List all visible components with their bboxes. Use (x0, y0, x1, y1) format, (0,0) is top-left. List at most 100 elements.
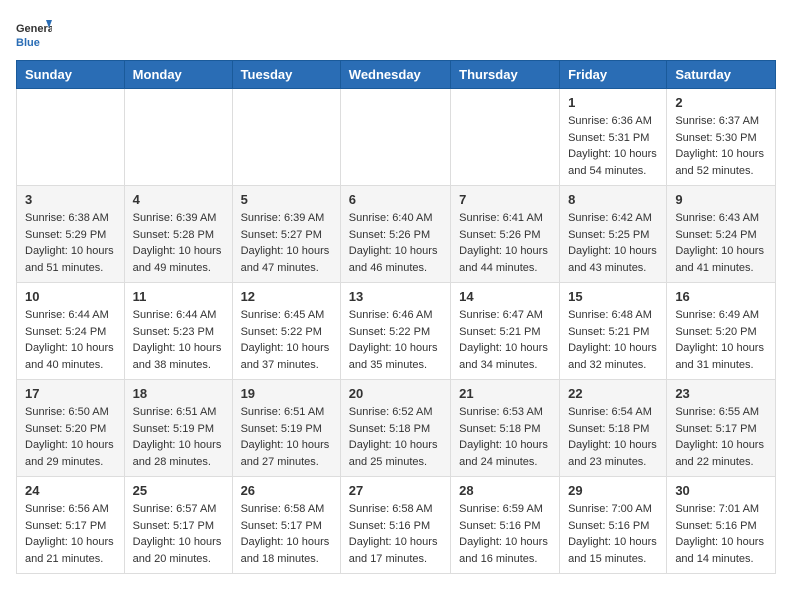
day-info: Sunrise: 6:47 AMSunset: 5:21 PMDaylight:… (459, 307, 551, 373)
logo-icon: General Blue (16, 16, 52, 52)
col-header-sunday: Sunday (17, 61, 125, 89)
day-info: Sunrise: 6:54 AMSunset: 5:18 PMDaylight:… (568, 404, 658, 470)
day-info: Sunrise: 6:53 AMSunset: 5:18 PMDaylight:… (459, 404, 551, 470)
day-info: Sunrise: 7:00 AMSunset: 5:16 PMDaylight:… (568, 501, 658, 567)
calendar-week-row: 24Sunrise: 6:56 AMSunset: 5:17 PMDayligh… (17, 477, 776, 574)
calendar-cell: 29 Sunrise: 7:00 AMSunset: 5:16 PMDayligh… (560, 477, 667, 574)
col-header-wednesday: Wednesday (340, 61, 450, 89)
calendar-cell: 7 Sunrise: 6:41 AMSunset: 5:26 PMDaylight… (451, 186, 560, 283)
day-info: Sunrise: 6:52 AMSunset: 5:18 PMDaylight:… (349, 404, 442, 470)
svg-text:Blue: Blue (16, 37, 40, 49)
day-info: Sunrise: 7:01 AMSunset: 5:16 PMDaylight:… (675, 501, 767, 567)
calendar-cell: 1 Sunrise: 6:36 AMSunset: 5:31 PMDaylight… (560, 89, 667, 186)
day-number: 6 (349, 192, 442, 207)
day-info: Sunrise: 6:41 AMSunset: 5:26 PMDaylight:… (459, 210, 551, 276)
calendar-header-row: SundayMondayTuesdayWednesdayThursdayFrid… (17, 61, 776, 89)
col-header-monday: Monday (124, 61, 232, 89)
calendar-cell: 15 Sunrise: 6:48 AMSunset: 5:21 PMDayligh… (560, 283, 667, 380)
calendar-week-row: 17Sunrise: 6:50 AMSunset: 5:20 PMDayligh… (17, 380, 776, 477)
calendar-cell (124, 89, 232, 186)
day-number: 10 (25, 289, 116, 304)
day-number: 24 (25, 483, 116, 498)
day-number: 4 (133, 192, 224, 207)
day-info: Sunrise: 6:45 AMSunset: 5:22 PMDaylight:… (241, 307, 332, 373)
calendar-cell: 3 Sunrise: 6:38 AMSunset: 5:29 PMDaylight… (17, 186, 125, 283)
day-number: 28 (459, 483, 551, 498)
day-info: Sunrise: 6:36 AMSunset: 5:31 PMDaylight:… (568, 113, 658, 179)
calendar-cell: 10 Sunrise: 6:44 AMSunset: 5:24 PMDayligh… (17, 283, 125, 380)
day-number: 3 (25, 192, 116, 207)
day-info: Sunrise: 6:37 AMSunset: 5:30 PMDaylight:… (675, 113, 767, 179)
logo: General Blue (16, 16, 52, 52)
col-header-tuesday: Tuesday (232, 61, 340, 89)
day-info: Sunrise: 6:55 AMSunset: 5:17 PMDaylight:… (675, 404, 767, 470)
day-number: 7 (459, 192, 551, 207)
day-info: Sunrise: 6:51 AMSunset: 5:19 PMDaylight:… (241, 404, 332, 470)
calendar-cell: 5 Sunrise: 6:39 AMSunset: 5:27 PMDaylight… (232, 186, 340, 283)
day-info: Sunrise: 6:39 AMSunset: 5:27 PMDaylight:… (241, 210, 332, 276)
day-info: Sunrise: 6:57 AMSunset: 5:17 PMDaylight:… (133, 501, 224, 567)
calendar-cell (451, 89, 560, 186)
calendar-cell: 28Sunrise: 6:59 AMSunset: 5:16 PMDayligh… (451, 477, 560, 574)
day-info: Sunrise: 6:43 AMSunset: 5:24 PMDaylight:… (675, 210, 767, 276)
day-number: 18 (133, 386, 224, 401)
calendar-cell: 23Sunrise: 6:55 AMSunset: 5:17 PMDayligh… (667, 380, 776, 477)
day-info: Sunrise: 6:49 AMSunset: 5:20 PMDaylight:… (675, 307, 767, 373)
col-header-thursday: Thursday (451, 61, 560, 89)
day-info: Sunrise: 6:44 AMSunset: 5:24 PMDaylight:… (25, 307, 116, 373)
calendar-cell: 9 Sunrise: 6:43 AMSunset: 5:24 PMDaylight… (667, 186, 776, 283)
day-number: 19 (241, 386, 332, 401)
calendar-cell: 20Sunrise: 6:52 AMSunset: 5:18 PMDayligh… (340, 380, 450, 477)
calendar-week-row: 1 Sunrise: 6:36 AMSunset: 5:31 PMDaylight… (17, 89, 776, 186)
day-number: 13 (349, 289, 442, 304)
day-info: Sunrise: 6:38 AMSunset: 5:29 PMDaylight:… (25, 210, 116, 276)
day-number: 25 (133, 483, 224, 498)
day-info: Sunrise: 6:51 AMSunset: 5:19 PMDaylight:… (133, 404, 224, 470)
calendar-table: SundayMondayTuesdayWednesdayThursdayFrid… (16, 60, 776, 574)
day-number: 26 (241, 483, 332, 498)
calendar-cell: 30 Sunrise: 7:01 AMSunset: 5:16 PMDayligh… (667, 477, 776, 574)
calendar-cell: 19 Sunrise: 6:51 AMSunset: 5:19 PMDayligh… (232, 380, 340, 477)
calendar-cell: 18 Sunrise: 6:51 AMSunset: 5:19 PMDayligh… (124, 380, 232, 477)
calendar-cell (340, 89, 450, 186)
day-info: Sunrise: 6:48 AMSunset: 5:21 PMDaylight:… (568, 307, 658, 373)
day-number: 15 (568, 289, 658, 304)
calendar-cell: 27 Sunrise: 6:58 AMSunset: 5:16 PMDayligh… (340, 477, 450, 574)
calendar-cell: 17Sunrise: 6:50 AMSunset: 5:20 PMDayligh… (17, 380, 125, 477)
day-info: Sunrise: 6:40 AMSunset: 5:26 PMDaylight:… (349, 210, 442, 276)
day-number: 30 (675, 483, 767, 498)
day-number: 16 (675, 289, 767, 304)
calendar-week-row: 10 Sunrise: 6:44 AMSunset: 5:24 PMDayligh… (17, 283, 776, 380)
calendar-cell: 21 Sunrise: 6:53 AMSunset: 5:18 PMDayligh… (451, 380, 560, 477)
day-info: Sunrise: 6:39 AMSunset: 5:28 PMDaylight:… (133, 210, 224, 276)
calendar-cell: 24Sunrise: 6:56 AMSunset: 5:17 PMDayligh… (17, 477, 125, 574)
day-number: 1 (568, 95, 658, 110)
svg-text:General: General (16, 23, 52, 35)
day-number: 17 (25, 386, 116, 401)
day-number: 9 (675, 192, 767, 207)
calendar-cell: 22 Sunrise: 6:54 AMSunset: 5:18 PMDayligh… (560, 380, 667, 477)
day-number: 2 (675, 95, 767, 110)
calendar-cell (232, 89, 340, 186)
day-number: 14 (459, 289, 551, 304)
day-info: Sunrise: 6:44 AMSunset: 5:23 PMDaylight:… (133, 307, 224, 373)
calendar-cell: 11 Sunrise: 6:44 AMSunset: 5:23 PMDayligh… (124, 283, 232, 380)
day-number: 21 (459, 386, 551, 401)
day-number: 27 (349, 483, 442, 498)
day-number: 5 (241, 192, 332, 207)
calendar-cell: 25 Sunrise: 6:57 AMSunset: 5:17 PMDayligh… (124, 477, 232, 574)
calendar-cell: 13Sunrise: 6:46 AMSunset: 5:22 PMDayligh… (340, 283, 450, 380)
day-number: 29 (568, 483, 658, 498)
calendar-cell: 4 Sunrise: 6:39 AMSunset: 5:28 PMDaylight… (124, 186, 232, 283)
calendar-cell: 6 Sunrise: 6:40 AMSunset: 5:26 PMDaylight… (340, 186, 450, 283)
header: General Blue (16, 16, 776, 52)
calendar-cell: 2 Sunrise: 6:37 AMSunset: 5:30 PMDaylight… (667, 89, 776, 186)
calendar-cell: 26Sunrise: 6:58 AMSunset: 5:17 PMDayligh… (232, 477, 340, 574)
calendar-cell: 8Sunrise: 6:42 AMSunset: 5:25 PMDaylight… (560, 186, 667, 283)
day-number: 12 (241, 289, 332, 304)
calendar-week-row: 3 Sunrise: 6:38 AMSunset: 5:29 PMDaylight… (17, 186, 776, 283)
calendar-cell: 16 Sunrise: 6:49 AMSunset: 5:20 PMDayligh… (667, 283, 776, 380)
day-number: 22 (568, 386, 658, 401)
day-number: 11 (133, 289, 224, 304)
day-info: Sunrise: 6:58 AMSunset: 5:16 PMDaylight:… (349, 501, 442, 567)
